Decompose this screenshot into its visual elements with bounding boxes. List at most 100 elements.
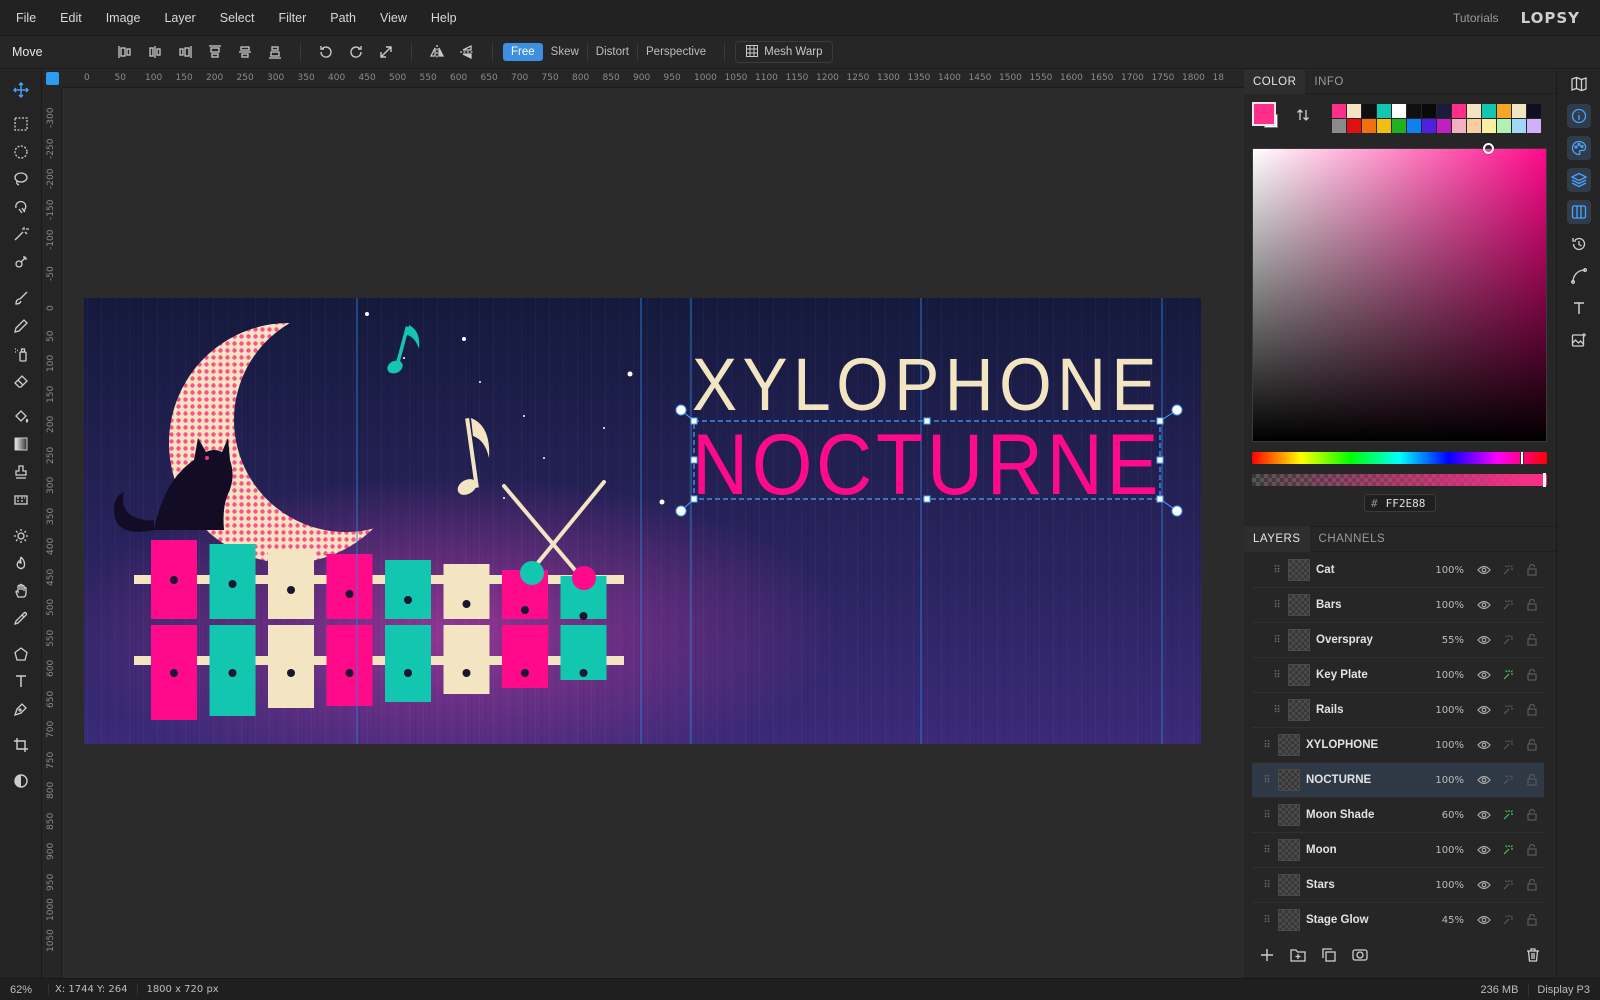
layer-effects-icon[interactable] [1496, 599, 1520, 611]
lock-icon[interactable] [1520, 879, 1544, 891]
layer-opacity[interactable]: 100% [1426, 740, 1464, 751]
paint-bucket-icon[interactable] [9, 405, 33, 429]
color-swatch[interactable] [1527, 104, 1541, 118]
drag-handle-icon[interactable]: ⠿ [1272, 670, 1282, 681]
color-profile[interactable]: Display P3 [1528, 983, 1590, 996]
mode-skew-button[interactable]: Skew [543, 43, 588, 61]
new-group-icon[interactable] [1290, 948, 1306, 965]
color-swatch[interactable] [1332, 119, 1346, 133]
paths-icon[interactable] [1567, 264, 1591, 288]
layer-row[interactable]: ⠿ Cat 100% [1252, 553, 1544, 588]
layer-mask-icon[interactable] [1352, 948, 1368, 965]
hand-icon[interactable] [9, 579, 33, 603]
pencil-icon[interactable] [9, 314, 33, 338]
ruler-origin-marker[interactable] [46, 72, 59, 85]
layer-opacity[interactable]: 100% [1426, 705, 1464, 716]
drag-handle-icon[interactable]: ⠿ [1262, 775, 1272, 786]
visibility-eye-icon[interactable] [1472, 635, 1496, 645]
mode-distort-button[interactable]: Distort [588, 43, 639, 61]
channels-icon[interactable] [1567, 200, 1591, 224]
move-tool-icon[interactable] [9, 78, 33, 102]
lock-icon[interactable] [1520, 809, 1544, 821]
layer-row[interactable]: ⠿ Key Plate 100% [1252, 658, 1544, 693]
quick-select-icon[interactable] [9, 250, 33, 274]
rect-select-icon[interactable] [9, 112, 33, 136]
layer-opacity[interactable]: 100% [1426, 845, 1464, 856]
lock-icon[interactable] [1520, 564, 1544, 576]
info-icon[interactable] [1567, 104, 1591, 128]
visibility-eye-icon[interactable] [1472, 775, 1496, 785]
rotate-ccw-icon[interactable] [313, 41, 339, 63]
crop-icon[interactable] [9, 733, 33, 757]
layer-effects-icon[interactable] [1496, 669, 1520, 681]
layer-row[interactable]: ⠿ Bars 100% [1252, 588, 1544, 623]
drag-handle-icon[interactable]: ⠿ [1272, 635, 1282, 646]
visibility-eye-icon[interactable] [1472, 810, 1496, 820]
rotate-cw-icon[interactable] [343, 41, 369, 63]
contrast-icon[interactable] [9, 769, 33, 793]
color-swatch[interactable] [1497, 104, 1511, 118]
color-swatch[interactable] [1422, 119, 1436, 133]
lock-icon[interactable] [1520, 739, 1544, 751]
color-swatch[interactable] [1512, 104, 1526, 118]
layer-effects-icon[interactable] [1496, 634, 1520, 646]
color-swatch[interactable] [1407, 119, 1421, 133]
color-swatch[interactable] [1377, 119, 1391, 133]
layer-row[interactable]: ⠿ Moon Shade 60% [1252, 798, 1544, 833]
mode-free-button[interactable]: Free [503, 43, 543, 61]
artboard[interactable]: XYLOPHONE NOCTURNE [84, 298, 1201, 744]
menu-layer[interactable]: Layer [152, 11, 207, 25]
drag-handle-icon[interactable]: ⠿ [1262, 845, 1272, 856]
color-swatch[interactable] [1437, 104, 1451, 118]
drag-handle-icon[interactable]: ⠿ [1272, 705, 1282, 716]
color-swatch[interactable] [1482, 104, 1496, 118]
tab-channels[interactable]: CHANNELS [1310, 526, 1395, 552]
layer-opacity[interactable]: 100% [1426, 670, 1464, 681]
visibility-eye-icon[interactable] [1472, 670, 1496, 680]
lock-icon[interactable] [1520, 914, 1544, 926]
visibility-eye-icon[interactable] [1472, 845, 1496, 855]
spray-icon[interactable] [9, 342, 33, 366]
layer-effects-icon[interactable] [1496, 774, 1520, 786]
menu-image[interactable]: Image [94, 11, 153, 25]
stamp-icon[interactable] [9, 460, 33, 484]
vertical-ruler[interactable]: -300 -250 -200 -150 -100 -50 0 50 100 150 200 250 30… [42, 88, 62, 978]
menu-view[interactable]: View [368, 11, 419, 25]
color-swatch[interactable] [1347, 119, 1361, 133]
pattern-stamp-icon[interactable] [9, 488, 33, 512]
title-xylophone[interactable]: XYLOPHONE [692, 343, 1162, 426]
color-swatch[interactable] [1467, 119, 1481, 133]
layer-effects-icon[interactable] [1496, 564, 1520, 576]
layer-effects-icon[interactable] [1496, 844, 1520, 856]
scale-icon[interactable] [373, 41, 399, 63]
color-swatch[interactable] [1452, 104, 1466, 118]
drag-handle-icon[interactable]: ⠿ [1262, 740, 1272, 751]
lock-icon[interactable] [1520, 704, 1544, 716]
drag-handle-icon[interactable]: ⠿ [1272, 565, 1282, 576]
character-icon[interactable] [1567, 296, 1591, 320]
color-swatch[interactable] [1527, 119, 1541, 133]
alpha-slider[interactable] [1252, 473, 1547, 487]
mode-perspective-button[interactable]: Perspective [638, 43, 714, 61]
menu-edit[interactable]: Edit [48, 11, 94, 25]
zoom-level[interactable]: 62% [0, 984, 48, 996]
pen-tool-icon[interactable] [9, 697, 33, 721]
dodge-icon[interactable] [9, 524, 33, 548]
tab-layers[interactable]: LAYERS [1244, 526, 1310, 552]
drag-handle-icon[interactable]: ⠿ [1262, 810, 1272, 821]
layer-effects-icon[interactable] [1496, 739, 1520, 751]
layer-opacity[interactable]: 100% [1426, 880, 1464, 891]
flip-vertical-icon[interactable] [454, 41, 480, 63]
image-adjust-icon[interactable] [1567, 328, 1591, 352]
layer-opacity[interactable]: 45% [1426, 915, 1464, 926]
menu-select[interactable]: Select [208, 11, 267, 25]
canvas-workspace[interactable]: XYLOPHONE NOCTURNE [62, 88, 1244, 978]
saturation-value-picker[interactable] [1252, 143, 1547, 442]
align-right-icon[interactable] [172, 41, 198, 63]
flip-horizontal-icon[interactable] [424, 41, 450, 63]
add-layer-icon[interactable] [1260, 948, 1274, 965]
drag-handle-icon[interactable]: ⠿ [1262, 915, 1272, 926]
color-swatch[interactable] [1362, 104, 1376, 118]
align-middle-v-icon[interactable] [232, 41, 258, 63]
align-center-h-icon[interactable] [142, 41, 168, 63]
